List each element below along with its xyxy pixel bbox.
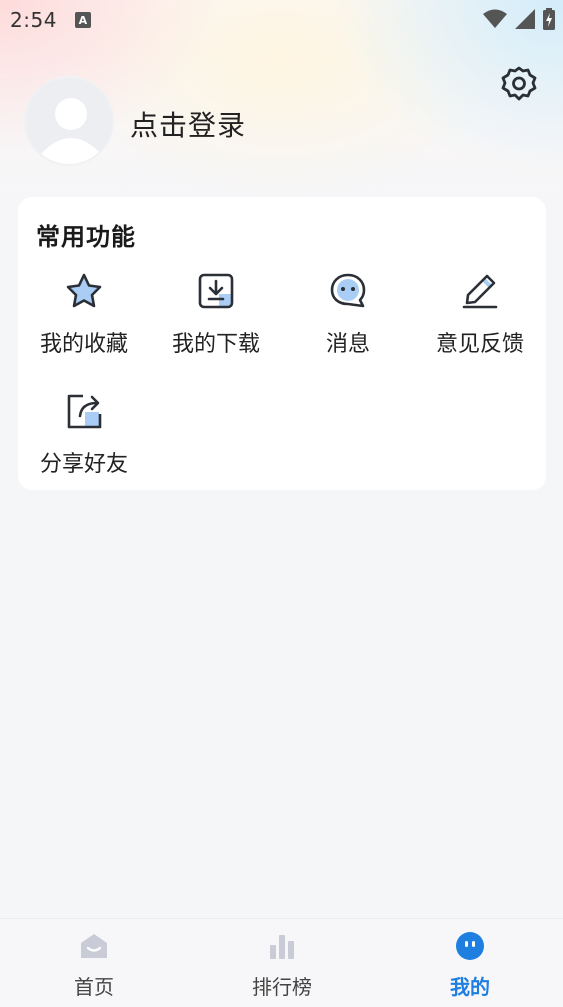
profile-face-icon <box>456 932 484 960</box>
wifi-icon <box>483 9 507 28</box>
tab-ranking-label: 排行榜 <box>252 975 312 999</box>
share-friends-item[interactable]: 分享好友 <box>18 392 150 492</box>
signal-icon <box>515 9 535 29</box>
feedback-item[interactable]: 意见反馈 <box>414 272 546 372</box>
bottom-tab-bar: 首页 排行榜 我的 <box>0 918 563 1007</box>
tab-mine-label: 我的 <box>450 975 490 999</box>
favorites-label: 我的收藏 <box>39 332 128 357</box>
share-icon <box>67 394 102 429</box>
downloads-label: 我的下载 <box>171 332 260 357</box>
share-friends-label: 分享好友 <box>39 452 128 477</box>
download-icon <box>198 273 234 309</box>
battery-icon <box>543 8 555 30</box>
feedback-pen-icon <box>462 274 498 309</box>
status-time: 2:54 <box>10 8 57 32</box>
home-icon <box>81 934 107 958</box>
default-avatar-icon <box>26 78 112 164</box>
notification-icon: A <box>74 12 91 28</box>
star-icon <box>66 273 102 308</box>
feedback-label: 意见反馈 <box>435 332 524 357</box>
ranking-icon <box>270 935 294 959</box>
message-icon <box>330 273 366 308</box>
status-icons <box>483 8 555 30</box>
messages-label: 消息 <box>325 332 370 357</box>
gear-icon <box>501 66 537 101</box>
settings-button[interactable] <box>499 64 539 104</box>
card-title: 常用功能 <box>36 223 136 251</box>
messages-item[interactable]: 消息 <box>282 272 414 372</box>
tab-home-label: 首页 <box>74 975 114 999</box>
downloads-item[interactable]: 我的下载 <box>150 272 282 372</box>
avatar[interactable] <box>24 76 114 166</box>
status-bar: 2:54 A <box>0 0 563 40</box>
tab-home[interactable]: 首页 <box>0 919 188 1007</box>
favorites-item[interactable]: 我的收藏 <box>18 272 150 372</box>
login-prompt[interactable]: 点击登录 <box>130 104 246 144</box>
common-functions-card: 常用功能 我的收藏 我的下载 消息 意见反馈 分享好友 <box>18 197 546 490</box>
tab-mine[interactable]: 我的 <box>376 919 563 1007</box>
tab-ranking[interactable]: 排行榜 <box>188 919 376 1007</box>
